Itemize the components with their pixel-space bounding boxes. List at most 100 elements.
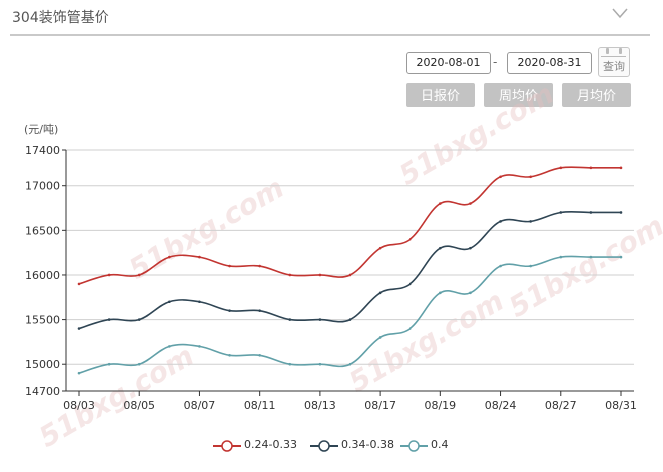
data-point — [228, 264, 231, 268]
y-tick-label: 15500 — [25, 314, 60, 327]
data-point — [469, 291, 472, 295]
x-tick-label: 08/24 — [485, 399, 517, 412]
data-point — [348, 273, 352, 277]
data-point — [589, 211, 593, 214]
data-point — [469, 246, 472, 250]
data-point — [619, 255, 623, 259]
data-point — [137, 362, 141, 366]
date-separator: - — [493, 55, 498, 69]
data-point — [529, 175, 532, 179]
x-tick-label: 08/05 — [123, 399, 155, 412]
data-point — [137, 273, 141, 277]
watermark: 51bxg.com — [503, 209, 663, 324]
x-tick-label: 08/11 — [244, 399, 276, 412]
data-point — [378, 291, 382, 295]
data-point — [348, 362, 352, 366]
legend-label: 0.24-0.33 — [244, 438, 297, 451]
data-point — [258, 309, 261, 312]
data-point — [318, 273, 322, 277]
calendar-icon — [601, 52, 626, 57]
data-point — [258, 353, 261, 357]
start-date-input[interactable]: 2020-08-01 — [406, 52, 491, 74]
data-point — [348, 318, 352, 321]
data-point — [288, 318, 292, 321]
end-date-input[interactable]: 2020-08-31 — [507, 52, 592, 74]
data-point — [619, 211, 623, 214]
data-point — [469, 202, 472, 205]
data-point — [619, 166, 623, 170]
data-point — [77, 327, 81, 330]
calendar-ring-left — [606, 48, 609, 54]
legend-marker-icon — [213, 440, 241, 452]
data-point — [288, 362, 292, 366]
data-point — [228, 309, 231, 312]
data-point — [589, 166, 593, 170]
data-point — [318, 318, 322, 321]
x-tick-label: 08/07 — [184, 399, 216, 412]
data-point — [499, 264, 502, 268]
data-point — [499, 220, 502, 223]
data-point — [439, 291, 442, 295]
legend-item-2[interactable]: 0.4 — [400, 436, 460, 456]
y-tick-label: 16000 — [25, 269, 60, 282]
legend-item-1[interactable]: 0.34-0.38 — [310, 436, 400, 456]
legend-label: 0.34-0.38 — [341, 438, 394, 451]
data-point — [168, 255, 171, 259]
data-point — [439, 202, 442, 205]
y-axis-label: (元/吨) — [24, 123, 58, 136]
query-label: 查询 — [603, 60, 625, 73]
data-point — [107, 362, 111, 366]
y-tick-label: 16500 — [25, 224, 60, 237]
data-point — [107, 273, 111, 277]
series-line-2 — [78, 255, 621, 374]
data-point — [198, 255, 201, 259]
data-point — [439, 246, 442, 250]
chevron-down-icon[interactable] — [611, 6, 629, 20]
data-point — [559, 211, 563, 214]
data-point — [228, 353, 231, 357]
data-point — [107, 318, 111, 321]
chart-legend: 0.24-0.33 0.34-0.38 0.4 — [0, 436, 663, 456]
data-point — [318, 362, 322, 366]
data-point — [559, 255, 563, 259]
series-line-1 — [78, 210, 621, 330]
data-point — [77, 282, 81, 286]
legend-marker-icon — [400, 440, 428, 452]
data-point — [198, 345, 201, 348]
legend-label: 0.4 — [431, 438, 449, 451]
watermark: 51bxg.com — [123, 171, 290, 286]
data-point — [378, 246, 382, 250]
daily-price-button[interactable]: 日报价 — [406, 83, 475, 107]
data-point — [408, 237, 412, 241]
x-tick-label: 08/27 — [545, 399, 577, 412]
data-point — [288, 273, 292, 277]
watermark: 51bxg.com — [343, 284, 510, 399]
data-point — [499, 175, 502, 179]
page-title: 304装饰管基价 — [12, 10, 109, 26]
y-tick-label: 17000 — [25, 180, 60, 193]
x-tick-label: 08/03 — [63, 399, 95, 412]
calendar-ring-right — [619, 48, 622, 54]
x-tick-label: 08/13 — [304, 399, 336, 412]
series-line-0 — [78, 166, 621, 285]
data-point — [529, 264, 532, 268]
data-point — [589, 255, 593, 259]
data-point — [559, 166, 563, 170]
x-tick-label: 08/19 — [424, 399, 456, 412]
data-point — [77, 371, 81, 375]
y-tick-label: 17400 — [25, 144, 60, 157]
y-tick-label: 14700 — [25, 385, 60, 398]
weekly-average-button[interactable]: 周均价 — [484, 83, 553, 107]
data-point — [408, 282, 412, 286]
data-point — [168, 345, 171, 348]
data-point — [408, 327, 412, 330]
data-point — [198, 300, 201, 304]
header-divider — [10, 34, 650, 36]
data-point — [258, 264, 261, 268]
query-button[interactable]: 查询 — [598, 47, 630, 77]
data-point — [529, 220, 532, 223]
monthly-average-button[interactable]: 月均价 — [562, 83, 631, 107]
x-tick-label: 08/31 — [605, 399, 637, 412]
data-point — [137, 318, 141, 321]
legend-item-0[interactable]: 0.24-0.33 — [213, 436, 303, 456]
